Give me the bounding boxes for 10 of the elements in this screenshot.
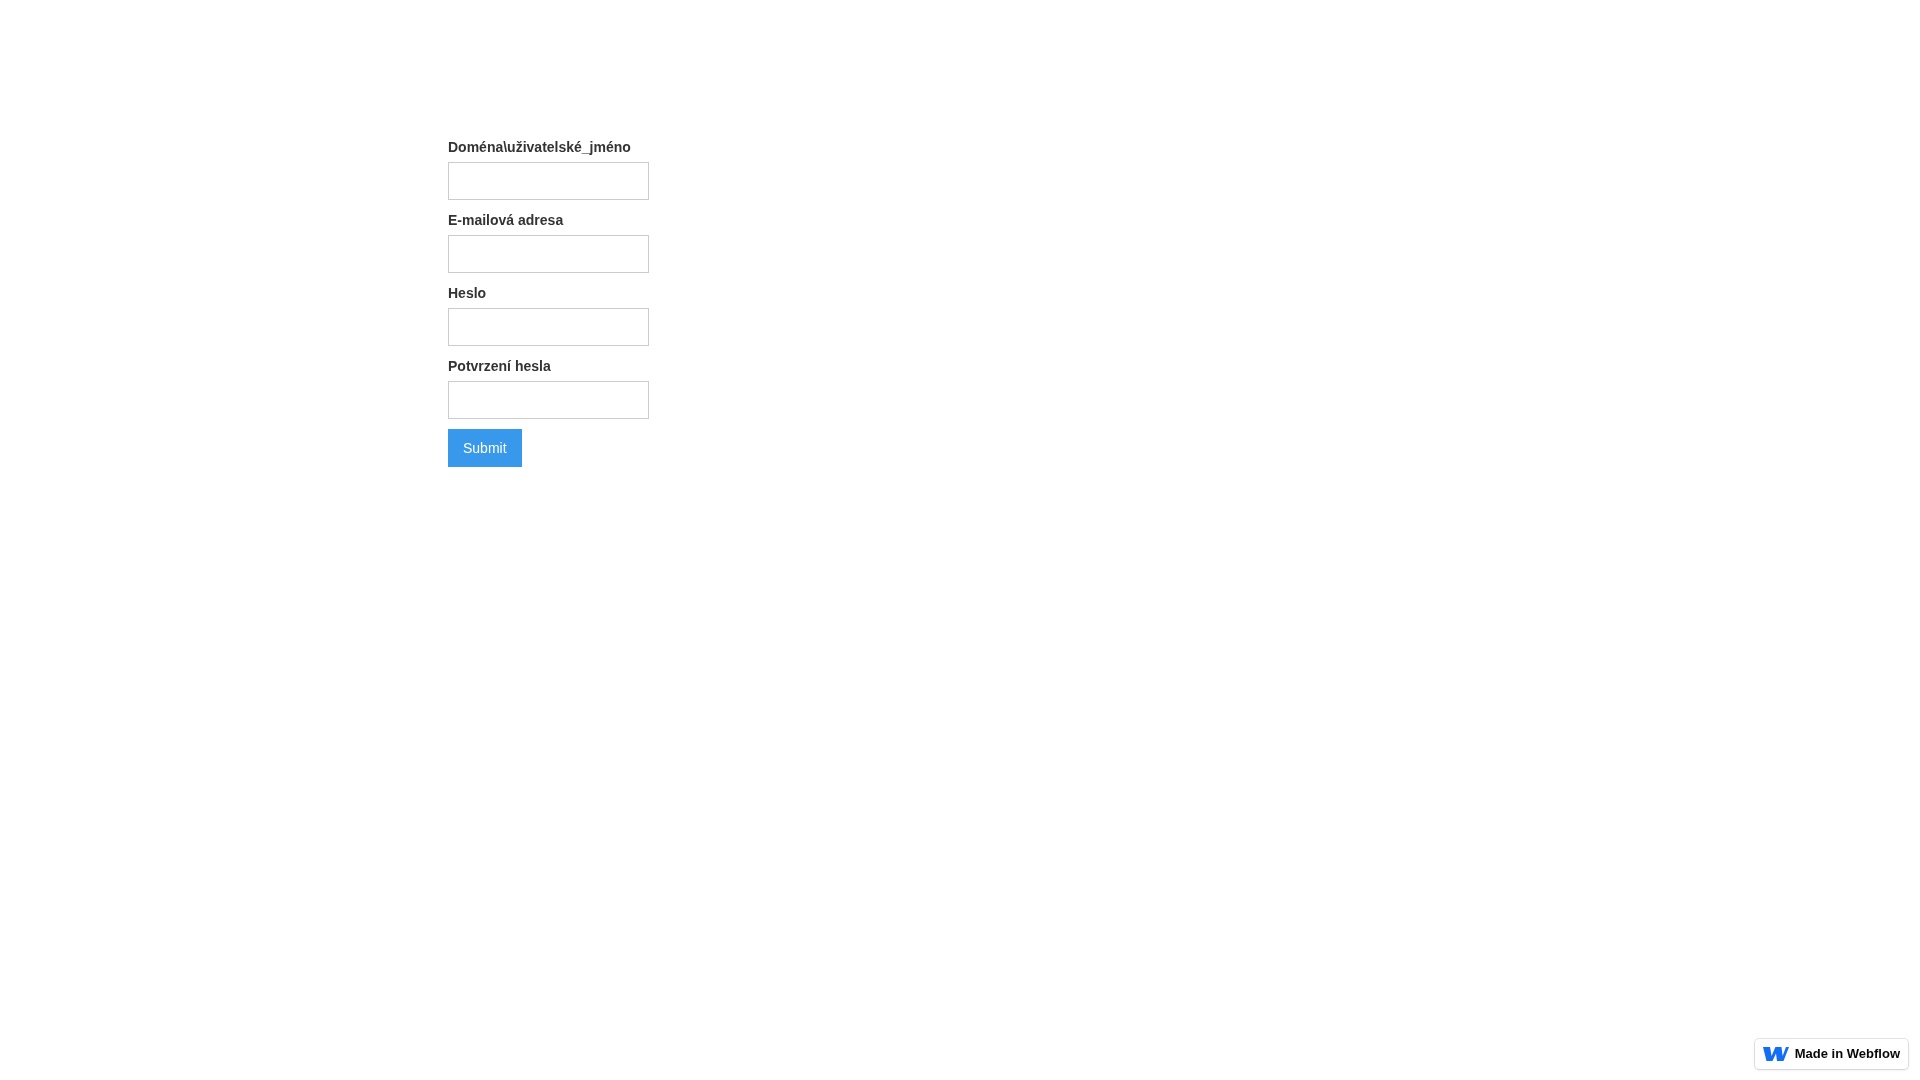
input-field[interactable] (448, 381, 649, 419)
field-label: Potvrzení hesla (448, 357, 551, 376)
w-logo-icon (1762, 1046, 1789, 1062)
field-label: Doména\uživatelské_jméno (448, 138, 631, 157)
input-field[interactable] (448, 308, 649, 346)
input-field[interactable] (448, 235, 649, 273)
field-label: E-mailová adresa (448, 211, 564, 230)
field-label: Heslo (448, 284, 487, 303)
made-in-webflow-badge[interactable]: Made in Webflow (1754, 1039, 1908, 1069)
input-field[interactable] (448, 162, 649, 200)
